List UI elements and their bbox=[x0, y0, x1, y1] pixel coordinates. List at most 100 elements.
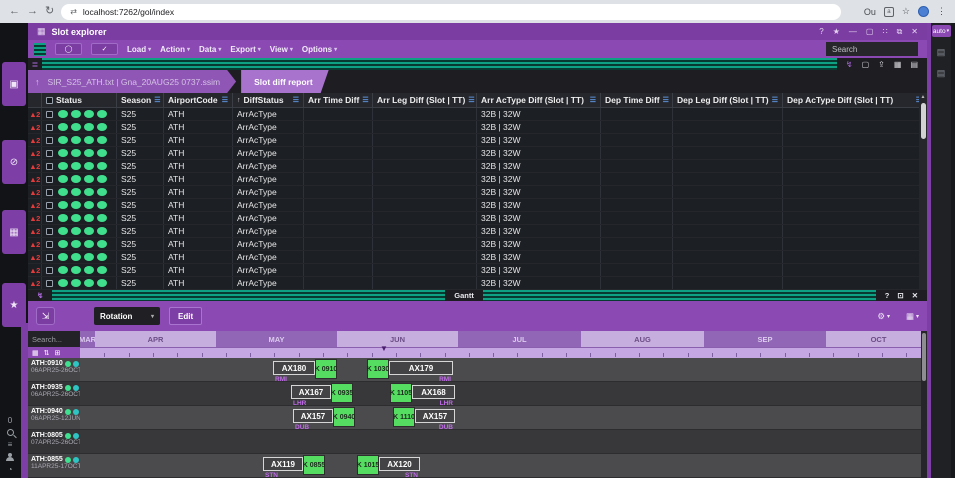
flash-icon[interactable]: ↯ bbox=[846, 60, 853, 69]
flight-bar[interactable]: AX157DUB bbox=[415, 409, 455, 423]
sort-rows-icon[interactable]: ⇅ bbox=[44, 349, 50, 357]
close-icon[interactable]: ✕ bbox=[911, 27, 918, 37]
gantt-scrollbar[interactable] bbox=[921, 331, 927, 478]
scrollbar-thumb[interactable] bbox=[921, 103, 926, 139]
profile-avatar[interactable] bbox=[918, 6, 929, 17]
table-row[interactable]: ▲2S25ATHArrAcType32B | 32W bbox=[28, 238, 927, 251]
translate-icon[interactable]: a bbox=[884, 7, 894, 17]
dock-briefcase-button[interactable]: ▦ bbox=[2, 210, 26, 254]
ground-slot-bar[interactable]: K 0910 bbox=[315, 359, 337, 379]
url-bar[interactable]: ⇄ localhost:7262/gol/index bbox=[61, 4, 841, 20]
kebab-menu-icon[interactable]: ⋮ bbox=[937, 6, 946, 17]
fullscreen-icon[interactable]: ⊡ bbox=[897, 291, 903, 300]
ground-slot-bar[interactable]: K 0855 bbox=[303, 455, 325, 475]
rotation-dropdown[interactable]: Rotation▾ bbox=[94, 307, 160, 325]
column-header[interactable]: ↑DiffStatus☰ bbox=[233, 93, 304, 107]
column-header[interactable]: Arr AcType Diff (Slot | TT)☰ bbox=[477, 93, 601, 107]
help-icon[interactable]: ? bbox=[885, 291, 890, 300]
table-row[interactable]: ▲2S25ATHArrAcType32B | 32W bbox=[28, 251, 927, 264]
menu-action[interactable]: Action▾ bbox=[160, 45, 190, 54]
filter-icon[interactable]: ☰ bbox=[222, 96, 228, 104]
ground-slot-bar[interactable]: K 1110 bbox=[393, 407, 415, 427]
row-checkbox[interactable] bbox=[46, 228, 53, 235]
rotation-row-label[interactable]: ATH:094006APR25-12JUN25 bbox=[28, 406, 80, 430]
edit-button[interactable]: Edit bbox=[169, 307, 202, 325]
column-header[interactable] bbox=[28, 93, 42, 107]
row-checkbox[interactable] bbox=[46, 254, 53, 261]
up-arrow-icon[interactable]: ↑ bbox=[35, 77, 40, 87]
filter-icon[interactable]: ☰ bbox=[362, 96, 368, 104]
table-row[interactable]: ▲2S25ATHArrAcType32B | 32W bbox=[28, 264, 927, 277]
ground-slot-bar[interactable]: K 1030 bbox=[367, 359, 389, 379]
column-header[interactable]: Dep Leg Diff (Slot | TT)☰ bbox=[673, 93, 783, 107]
month-segment[interactable]: JUN bbox=[337, 331, 458, 347]
row-checkbox[interactable] bbox=[46, 267, 53, 274]
flight-bar[interactable]: AX180RMI bbox=[273, 361, 315, 375]
select-all-checkbox[interactable] bbox=[46, 97, 53, 104]
dock-star-button[interactable]: ★ bbox=[2, 283, 26, 327]
zero-badge[interactable]: 0 bbox=[8, 416, 12, 425]
month-segment[interactable]: OCT bbox=[826, 331, 927, 347]
column-header[interactable]: Arr Time Diff☰ bbox=[304, 93, 373, 107]
table-row[interactable]: ▲2S25ATHArrAcType32B | 32W bbox=[28, 212, 927, 225]
gantt-search-input[interactable]: Search... bbox=[28, 331, 80, 347]
layout-dropdown[interactable]: ▦▾ bbox=[906, 311, 919, 322]
maximize-icon[interactable]: ▢ bbox=[866, 27, 874, 37]
month-segment[interactable]: MAR bbox=[80, 331, 95, 347]
row-checkbox[interactable] bbox=[46, 202, 53, 209]
upload-icon[interactable]: ⇪ bbox=[878, 60, 885, 69]
table-row[interactable]: ▲2S25ATHArrAcType32B | 32W bbox=[28, 199, 927, 212]
table-row[interactable]: ▲2S25ATHArrAcType32B | 32W bbox=[28, 173, 927, 186]
flight-bar[interactable]: AX120STN bbox=[379, 457, 420, 471]
column-header[interactable]: Season☰ bbox=[117, 93, 164, 107]
rotation-row-label[interactable]: ATH:080507APR25-26OCT25 bbox=[28, 430, 80, 454]
table-row[interactable]: ▲2S25ATHArrAcType32B | 32W bbox=[28, 277, 927, 290]
flight-bar[interactable]: AX157DUB bbox=[293, 409, 333, 423]
reload-icon[interactable]: ↻ bbox=[45, 6, 54, 17]
menu-options[interactable]: Options▾ bbox=[302, 45, 337, 54]
table-row[interactable]: ▲2S25ATHArrAcType32B | 32W bbox=[28, 186, 927, 199]
dock-board-button[interactable]: ▣ bbox=[2, 62, 26, 106]
dock-compass-button[interactable]: ⊘ bbox=[2, 140, 26, 184]
password-manager-icon[interactable]: Ou bbox=[864, 7, 876, 17]
row-checkbox[interactable] bbox=[46, 189, 53, 196]
filter-icon[interactable]: ☰ bbox=[772, 96, 778, 104]
tab-slot-diff-report[interactable]: Slot diff report bbox=[241, 70, 329, 93]
circle-tool-button[interactable]: ◯ bbox=[55, 43, 82, 55]
flight-bar[interactable]: AX168LHR bbox=[412, 385, 455, 399]
row-checkbox[interactable] bbox=[46, 241, 53, 248]
flight-bar[interactable]: AX119STN bbox=[263, 457, 303, 471]
gantt-scrollbar-thumb[interactable] bbox=[922, 333, 926, 381]
grid-plus-icon[interactable]: ⊞ bbox=[55, 349, 61, 357]
filter-icon[interactable]: ☰ bbox=[590, 96, 596, 104]
gantt-expand-button[interactable]: ⇲ bbox=[36, 307, 55, 325]
row-checkbox[interactable] bbox=[46, 137, 53, 144]
row-checkbox[interactable] bbox=[46, 111, 53, 118]
flight-bar[interactable]: AX167LHR bbox=[291, 385, 331, 399]
column-header[interactable]: Dep Time Diff☰ bbox=[601, 93, 673, 107]
month-segment[interactable]: MAY bbox=[216, 331, 337, 347]
row-checkbox[interactable] bbox=[46, 150, 53, 157]
grid-icon[interactable]: ▦ bbox=[894, 60, 902, 69]
column-header[interactable]: Dep AcType Diff (Slot | TT)☰ bbox=[783, 93, 927, 107]
site-info-icon[interactable]: ⇄ bbox=[70, 7, 77, 16]
search-icon[interactable] bbox=[7, 429, 14, 436]
list-icon[interactable]: ≡ bbox=[8, 440, 13, 449]
clipboard-icon[interactable]: ▤ bbox=[937, 68, 946, 79]
table-row[interactable]: ▲2S25ATHArrAcType32B | 32W bbox=[28, 134, 927, 147]
ground-slot-bar[interactable]: K 0935 bbox=[331, 383, 353, 403]
collapsed-panel-bar[interactable]: ≣ ↯ ▢ ⇪ ▦ ▤ bbox=[28, 58, 927, 70]
print-icon[interactable]: ▤ bbox=[910, 60, 918, 69]
ground-slot-bar[interactable]: K 0940 bbox=[333, 407, 355, 427]
auto-button[interactable]: auto▾ bbox=[932, 25, 951, 37]
timeline-marker-icon[interactable]: ▼ bbox=[380, 345, 388, 353]
bookmark-star-icon[interactable]: ☆ bbox=[902, 6, 910, 17]
search-input[interactable]: Search bbox=[826, 42, 918, 56]
drag-handle[interactable] bbox=[34, 43, 46, 56]
month-segment[interactable]: JUL bbox=[458, 331, 581, 347]
row-checkbox[interactable] bbox=[46, 280, 53, 287]
forward-icon[interactable]: → bbox=[27, 6, 38, 17]
table-row[interactable]: ▲2S25ATHArrAcType32B | 32W bbox=[28, 225, 927, 238]
back-icon[interactable]: ← bbox=[9, 6, 20, 17]
rotation-row-label[interactable]: ATH:091006APR25-26OCT25 bbox=[28, 358, 80, 382]
